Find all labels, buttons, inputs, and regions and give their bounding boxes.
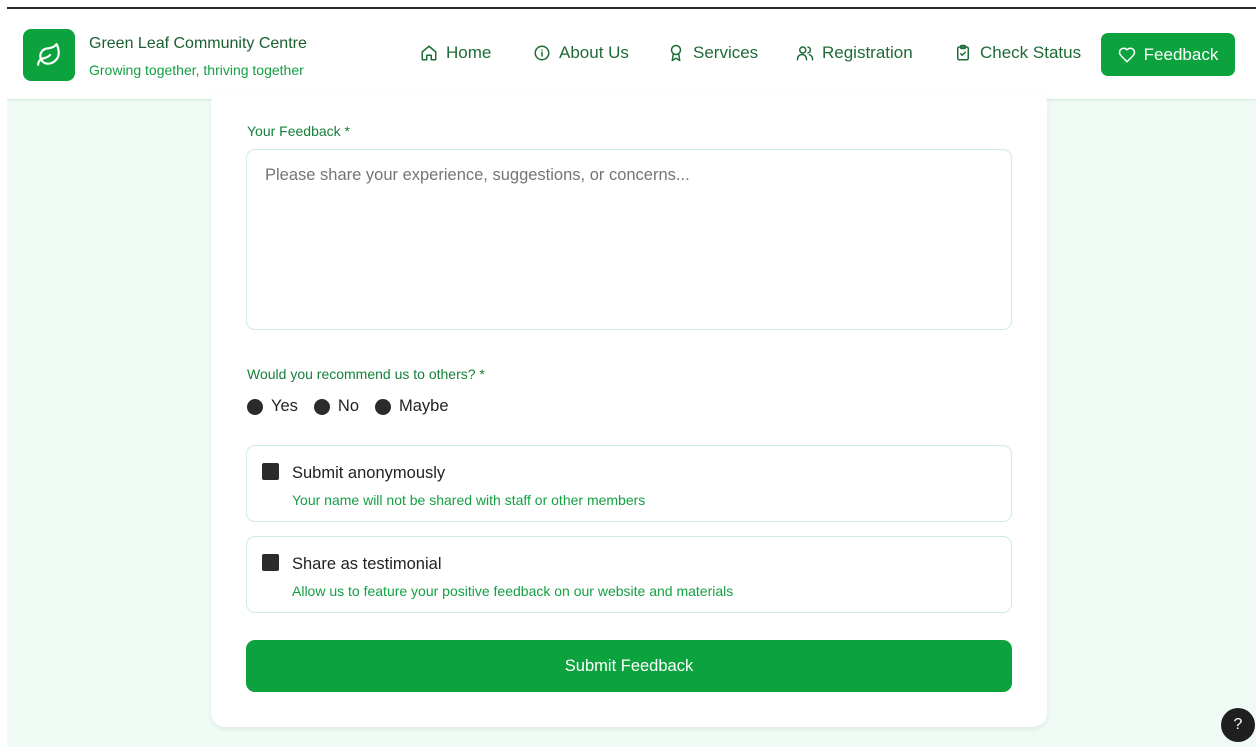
nav-feedback-label: Feedback: [1143, 44, 1219, 64]
nav-registration[interactable]: Registration: [796, 43, 913, 63]
nav-home[interactable]: Home: [420, 43, 491, 63]
page-viewport: Green Leaf Community Centre Growing toge…: [7, 9, 1256, 747]
site-header: Green Leaf Community Centre Growing toge…: [7, 9, 1256, 100]
submit-feedback-button[interactable]: Submit Feedback: [246, 640, 1012, 692]
help-button[interactable]: ?: [1221, 708, 1255, 742]
nav-check-status[interactable]: Check Status: [954, 43, 1081, 63]
radio-yes-dot[interactable]: [247, 398, 263, 415]
anonymous-title: Submit anonymously: [292, 464, 446, 482]
anonymous-description: Your name will not be shared with staff …: [292, 492, 646, 508]
nav-feedback[interactable]: Feedback: [1101, 33, 1235, 76]
home-icon: [421, 45, 437, 61]
heart-icon: [1118, 47, 1135, 62]
nav-about-us[interactable]: About Us: [533, 43, 629, 63]
info-icon: [534, 45, 550, 61]
radio-yes[interactable]: Yes: [247, 397, 298, 416]
feedback-label: Your Feedback *: [247, 123, 350, 139]
nav-services[interactable]: Services: [667, 43, 758, 63]
window-left-border: [0, 0, 7, 747]
radio-no-label: No: [337, 397, 360, 415]
nav-home-label: Home: [446, 43, 492, 62]
recommend-label: Would you recommend us to others? *: [247, 366, 485, 382]
clipboard-check-icon: [957, 44, 969, 61]
radio-maybe-dot[interactable]: [375, 398, 392, 415]
nav-services-label: Services: [693, 43, 759, 62]
recommend-radio-group: Yes No Maybe: [247, 397, 465, 416]
testimonial-checkbox[interactable]: [262, 554, 279, 571]
testimonial-option: Share as testimonial Allow us to feature…: [246, 536, 1012, 613]
radio-no-dot[interactable]: [313, 398, 330, 415]
award-icon: [670, 44, 682, 62]
users-icon: [796, 46, 814, 61]
leaf-icon: [37, 43, 60, 66]
anonymous-option: Submit anonymously Your name will not be…: [246, 445, 1012, 522]
nav-registration-label: Registration: [822, 43, 913, 62]
radio-maybe-label: Maybe: [399, 397, 449, 415]
anonymous-checkbox[interactable]: [262, 463, 279, 480]
radio-no[interactable]: No: [313, 397, 360, 416]
radio-maybe[interactable]: Maybe: [375, 397, 449, 416]
testimonial-title: Share as testimonial: [292, 555, 442, 573]
brand-name: Green Leaf Community Centre: [89, 35, 307, 52]
testimonial-description: Allow us to feature your positive feedba…: [292, 583, 734, 599]
nav-about-us-label: About Us: [559, 43, 629, 62]
radio-yes-label: Yes: [271, 397, 298, 415]
logo[interactable]: [23, 29, 75, 81]
window-top-border: [0, 0, 1256, 9]
feedback-textarea[interactable]: [246, 149, 1012, 330]
brand-tagline: Growing together, thriving together: [89, 62, 304, 78]
nav-check-status-label: Check Status: [980, 43, 1082, 62]
